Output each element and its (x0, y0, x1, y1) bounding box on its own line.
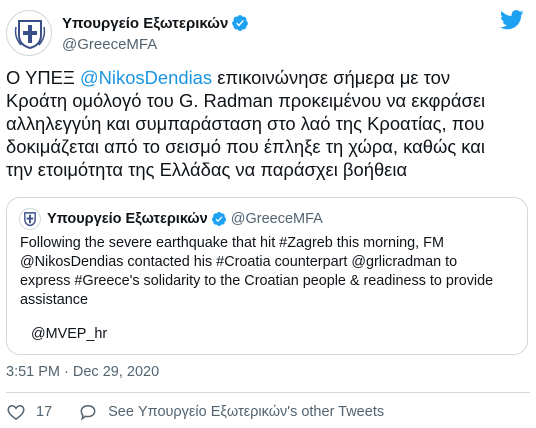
like-count[interactable]: 17 (36, 404, 52, 420)
heart-icon[interactable] (6, 402, 26, 422)
tweet-text-line: Ο ΥΠΕΞ @NikosDendias επικοινώνησε σήμερα… (6, 66, 526, 89)
speech-bubble-icon[interactable] (78, 402, 98, 422)
tweet-text-line: την ετοιμότητα της Ελλάδας να παράσχει β… (6, 159, 408, 180)
twitter-bird-icon[interactable] (500, 10, 524, 30)
quoted-text-line: @NikosDendias contacted his #Croatia cou… (20, 254, 458, 270)
quoted-tweet-header: Υπουργείο Εξωτερικών @GreeceMFA (19, 208, 323, 230)
verified-badge-icon (211, 212, 226, 226)
other-tweets-link[interactable]: See Υπουργείο Εξωτερικών's other Tweets (108, 404, 384, 420)
quoted-author-handle: @GreeceMFA (230, 211, 323, 227)
quoted-text-line: assistance (20, 292, 88, 308)
coat-of-arms-icon (24, 212, 36, 227)
coat-of-arms-icon (14, 20, 46, 50)
embedded-tweet: Υπουργείο Εξωτερικών @GreeceMFA Ο ΥΠΕΞ @… (0, 0, 536, 428)
author-handle[interactable]: @GreeceMFA (62, 36, 249, 53)
tweet-text: Ο ΥΠΕΞ @NikosDendias επικοινώνησε σήμερα… (6, 66, 526, 181)
divider (6, 392, 530, 393)
text-segment: επικοινώνησε σήμερα με τον (212, 67, 451, 88)
quoted-author-display-name: Υπουργείο Εξωτερικών (47, 211, 208, 227)
author-names: Υπουργείο Εξωτερικών @GreeceMFA (62, 13, 249, 53)
verified-badge-icon (232, 15, 249, 31)
quoted-tweet[interactable]: Υπουργείο Εξωτερικών @GreeceMFA Followin… (6, 197, 528, 355)
author-display-name[interactable]: Υπουργείο Εξωτερικών (62, 15, 228, 32)
text-segment: Ο ΥΠΕΞ (6, 67, 80, 88)
tweet-timestamp[interactable]: 3:51 PM · Dec 29, 2020 (6, 364, 159, 380)
mention-link[interactable]: @NikosDendias (80, 67, 212, 88)
tweet-text-line: αλληλεγγύη και συμπαράσταση στο λαό της … (6, 113, 485, 134)
quoted-author-avatar (19, 208, 41, 230)
quoted-text-line: express #Greece's solidarity to the Croa… (20, 273, 494, 289)
tweet-actions: 17 See Υπουργείο Εξωτερικών's other Twee… (6, 401, 384, 423)
quoted-tweet-text: Following the severe earthquake that hit… (20, 234, 520, 310)
quoted-text-line: Following the severe earthquake that hit… (20, 235, 444, 251)
tweet-text-line: Κροάτη ομόλογό του G. Radman προκειμένου… (6, 90, 486, 111)
quoted-tag-mention: @MVEP_hr (31, 326, 108, 342)
author-avatar[interactable] (6, 10, 52, 56)
tweet-text-line: δοκιμάζεται από το σεισμό που έπληξε τη … (6, 136, 485, 157)
tweet-header: Υπουργείο Εξωτερικών @GreeceMFA (6, 8, 526, 60)
